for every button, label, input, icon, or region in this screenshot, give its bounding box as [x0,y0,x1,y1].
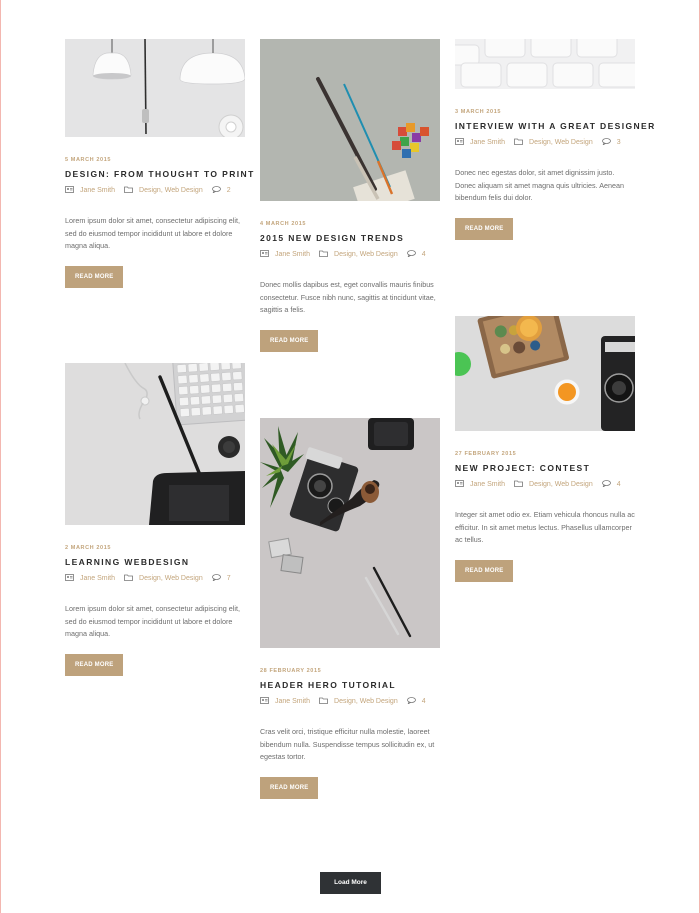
camera-pipe-image [260,418,440,648]
post-excerpt: Donec mollis dapibus est, eget convallis… [260,280,436,314]
read-more-button[interactable]: Read More [260,776,319,799]
post-categories-link[interactable]: Design, Web Design [529,139,593,146]
post-card: 27 February 2015 New Project: Contest Ja… [455,316,635,582]
post-date: 28 February 2015 [260,668,322,674]
post-date: 27 February 2015 [455,451,517,457]
post-meta: Jane Smith Design, Web Design 3 [455,138,635,147]
post-title[interactable]: Header Hero Tutorial [260,680,440,690]
post-author-link[interactable]: Jane Smith [275,251,310,258]
post-meta: Jane Smith Design, Web Design 4 [260,697,440,706]
user-card-icon [455,138,464,147]
post-meta: Jane Smith Design, Web Design 4 [455,480,635,489]
post-excerpt: Integer sit amet odio ex. Etiam vehicula… [455,510,635,544]
post-categories-link[interactable]: Design, Web Design [334,698,398,705]
paintbrushes-image [260,39,440,201]
post-date: 3 March 2015 [455,109,502,115]
load-more-button[interactable]: Load More [320,872,381,894]
post-categories-link[interactable]: Design, Web Design [139,187,203,194]
user-card-icon [260,250,269,259]
folder-icon [319,250,328,259]
read-more-button[interactable]: Read More [455,217,514,240]
user-card-icon [455,480,464,489]
page-border-left [0,0,1,913]
post-categories-link[interactable]: Design, Web Design [334,251,398,258]
comment-bubble-icon [406,250,416,259]
post-title[interactable]: Design: From Thought to Print [65,169,253,179]
post-title[interactable]: Interview with a Great Designer [455,121,654,131]
user-card-icon [65,186,74,195]
post-comment-count[interactable]: 4 [422,251,426,258]
post-date: 2 March 2015 [65,545,112,551]
comment-bubble-icon [601,138,611,147]
user-card-icon [65,574,74,583]
read-more-button[interactable]: Read More [65,653,124,676]
folder-icon [124,574,133,583]
comment-bubble-icon [211,186,221,195]
post-thumbnail[interactable] [455,39,635,89]
folder-icon [514,480,523,489]
post-meta: Jane Smith Design, Web Design 7 [65,574,245,583]
comment-bubble-icon [406,697,416,706]
read-more-button[interactable]: Read More [260,329,319,352]
post-card: 4 March 2015 2015 New Design Trends Jane… [260,39,440,352]
post-thumbnail[interactable] [260,418,440,648]
post-date: 4 March 2015 [260,221,307,227]
read-more-button[interactable]: Read More [65,265,124,288]
post-author-link[interactable]: Jane Smith [470,481,505,488]
post-meta: Jane Smith Design, Web Design 2 [65,186,245,195]
post-title[interactable]: Learning Webdesign [65,557,245,567]
post-date: 5 March 2015 [65,157,112,163]
post-thumbnail[interactable] [455,316,635,431]
comment-bubble-icon [211,574,221,583]
post-comment-count[interactable]: 4 [422,698,426,705]
post-thumbnail[interactable] [65,363,245,525]
post-excerpt: Donec nec egestas dolor, sit amet dignis… [455,168,624,202]
post-card: 5 March 2015 Design: From Thought to Pri… [65,39,253,288]
post-comment-count[interactable]: 4 [617,481,621,488]
keyboard-tablet-image [65,363,245,525]
post-card: 28 February 2015 Header Hero Tutorial Ja… [260,418,440,799]
comment-bubble-icon [601,480,611,489]
post-categories-link[interactable]: Design, Web Design [529,481,593,488]
post-author-link[interactable]: Jane Smith [80,575,115,582]
post-excerpt: Cras velit orci, tristique efficitur nul… [260,727,435,761]
post-excerpt: Lorem ipsum dolor sit amet, consectetur … [65,604,240,638]
folder-icon [514,138,523,147]
folder-icon [124,186,133,195]
desk-lamps-image [65,39,245,137]
post-meta: Jane Smith Design, Web Design 4 [260,250,440,259]
user-card-icon [260,697,269,706]
post-card: 2 March 2015 Learning Webdesign Jane Smi… [65,363,245,676]
post-author-link[interactable]: Jane Smith [80,187,115,194]
paint-box-camera-image [455,316,635,431]
post-title[interactable]: 2015 New Design Trends [260,233,440,243]
post-author-link[interactable]: Jane Smith [275,698,310,705]
post-categories-link[interactable]: Design, Web Design [139,575,203,582]
keyboard-image [455,39,635,89]
post-card: 3 March 2015 Interview with a Great Desi… [455,39,654,240]
folder-icon [319,697,328,706]
post-comment-count[interactable]: 3 [617,139,621,146]
post-comment-count[interactable]: 2 [227,187,231,194]
post-thumbnail[interactable] [65,39,245,137]
post-thumbnail[interactable] [260,39,440,201]
post-title[interactable]: New Project: Contest [455,463,635,473]
post-comment-count[interactable]: 7 [227,575,231,582]
read-more-button[interactable]: Read More [455,559,514,582]
post-author-link[interactable]: Jane Smith [470,139,505,146]
post-excerpt: Lorem ipsum dolor sit amet, consectetur … [65,216,240,250]
